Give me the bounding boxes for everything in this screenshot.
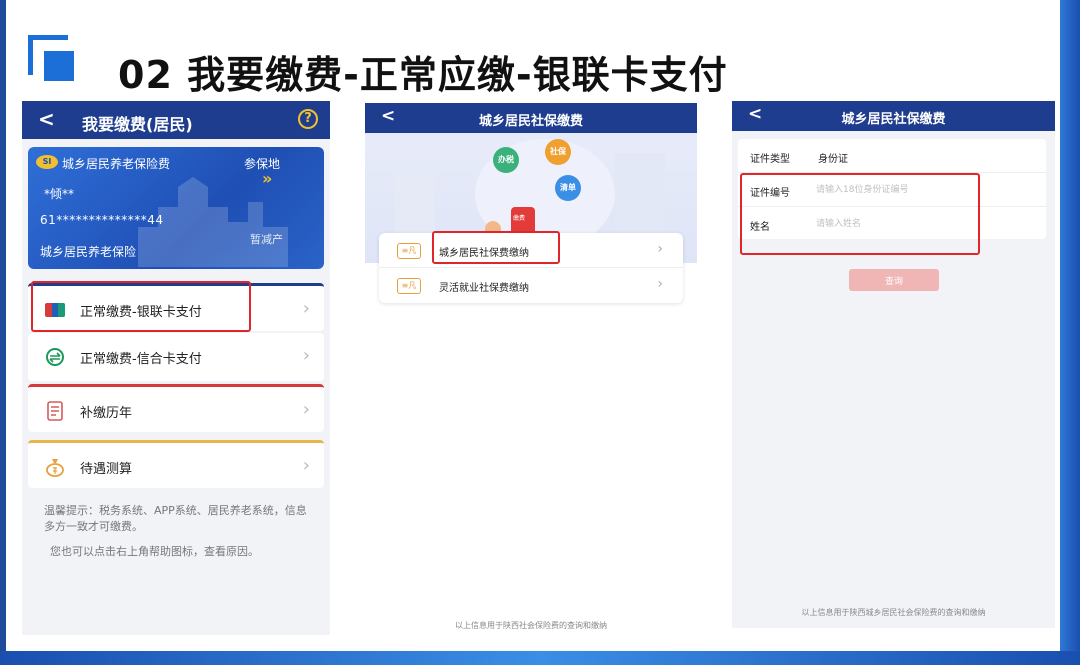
chevron-right-icon: › bbox=[302, 399, 310, 420]
list-item-flexible-employment-payment[interactable]: ≡凡 灵活就业社保费缴纳 › bbox=[379, 268, 683, 303]
card-id-number: 61**************44 bbox=[40, 213, 164, 227]
slide-frame-right bbox=[1060, 0, 1080, 665]
chevron-right-icon: › bbox=[302, 455, 310, 476]
highlight-box bbox=[740, 173, 980, 255]
slide-title: 02 我要缴费-正常应缴-银联卡支付 bbox=[118, 53, 728, 97]
help-icon[interactable]: ? bbox=[298, 109, 318, 129]
query-button[interactable]: 查询 bbox=[849, 269, 939, 291]
money-bag-icon bbox=[46, 459, 64, 477]
highlight-box bbox=[432, 231, 560, 264]
phone-screen-service-list: < 城乡居民社保缴费 办税 社保 清单 缴费 ≡凡 城乡居民社保费缴纳 › ≡凡… bbox=[365, 103, 697, 635]
chevron-right-icon: › bbox=[657, 241, 663, 257]
bubble-list: 清单 bbox=[555, 175, 581, 201]
menu-item-label: 待遇测算 bbox=[80, 462, 133, 477]
bubble-tax: 办税 bbox=[493, 147, 519, 173]
menu-item-label: 补缴历年 bbox=[80, 406, 133, 421]
insurance-card[interactable]: SI 城乡居民养老保险费 参保地 » *倾** 61**************… bbox=[28, 147, 324, 269]
chevron-right-icon: › bbox=[302, 298, 310, 319]
tip-text: 温馨提示：税务系统、APP系统、居民养老系统，信息多方一致才可缴费。 bbox=[44, 504, 307, 533]
document-icon bbox=[47, 401, 63, 421]
footer-note: 以上信息用于陕西社会保险费的查询和缴纳 bbox=[455, 621, 607, 630]
slide-frame-left bbox=[0, 0, 6, 665]
slide-logo-icon bbox=[28, 35, 90, 85]
nav-bar: < 城乡居民社保缴费 bbox=[732, 101, 1055, 131]
id-type-row[interactable]: 证件类型 身份证 bbox=[738, 139, 1046, 173]
service-icon: ≡凡 bbox=[397, 278, 421, 294]
refresh-card-icon bbox=[46, 348, 64, 366]
card-insurance-type: 城乡居民养老保险 bbox=[40, 245, 137, 259]
service-icon: ≡凡 bbox=[397, 243, 421, 259]
footer-note: 以上信息用于陕西城乡居民社会保险费的查询和缴纳 bbox=[801, 608, 986, 617]
menu-item-label: 正常缴费-信合卡支付 bbox=[80, 352, 202, 367]
chevron-right-icon: › bbox=[302, 345, 310, 366]
phone-screen-query-form: < 城乡居民社保缴费 证件类型 身份证 证件编号 姓名 查询 以上信息用于陕西城… bbox=[732, 101, 1055, 628]
tip-help-text: 您也可以点击右上角帮助图标，查看原因。 bbox=[50, 545, 259, 558]
nav-title: 城乡居民社保缴费 bbox=[478, 114, 583, 129]
slide-frame-bottom bbox=[0, 651, 1080, 665]
chevron-right-icon: › bbox=[657, 276, 663, 292]
nav-bar: < 我要缴费(居民) ? bbox=[22, 101, 330, 139]
nav-bar: < 城乡居民社保缴费 bbox=[365, 103, 697, 133]
card-title: 城乡居民养老保险费 bbox=[62, 157, 171, 171]
nav-title: 城乡居民社保缴费 bbox=[841, 112, 946, 127]
nav-title: 我要缴费(居民) bbox=[82, 115, 193, 134]
id-type-value[interactable]: 身份证 bbox=[818, 150, 848, 165]
phone-screen-pay-menu: < 我要缴费(居民) ? SI 城乡居民养老保险费 参保地 » *倾** 61*… bbox=[22, 101, 330, 635]
menu-item-benefit-calc[interactable]: 待遇测算 › bbox=[28, 440, 324, 488]
card-status: 暂减产 bbox=[250, 233, 283, 246]
social-insurance-logo: SI bbox=[36, 155, 58, 169]
back-icon[interactable]: < bbox=[38, 107, 55, 131]
card-holder-name: *倾** bbox=[44, 187, 75, 201]
bubble-social-security: 社保 bbox=[545, 139, 571, 165]
list-item-label: 灵活就业社保费缴纳 bbox=[439, 283, 529, 294]
id-type-label: 证件类型 bbox=[750, 154, 790, 165]
menu-item-xinhe-card[interactable]: 正常缴费-信合卡支付 › bbox=[28, 333, 324, 381]
menu-item-back-payment[interactable]: 补缴历年 › bbox=[28, 384, 324, 432]
highlight-box bbox=[31, 281, 251, 332]
region-chevron-icon[interactable]: » bbox=[262, 169, 272, 188]
